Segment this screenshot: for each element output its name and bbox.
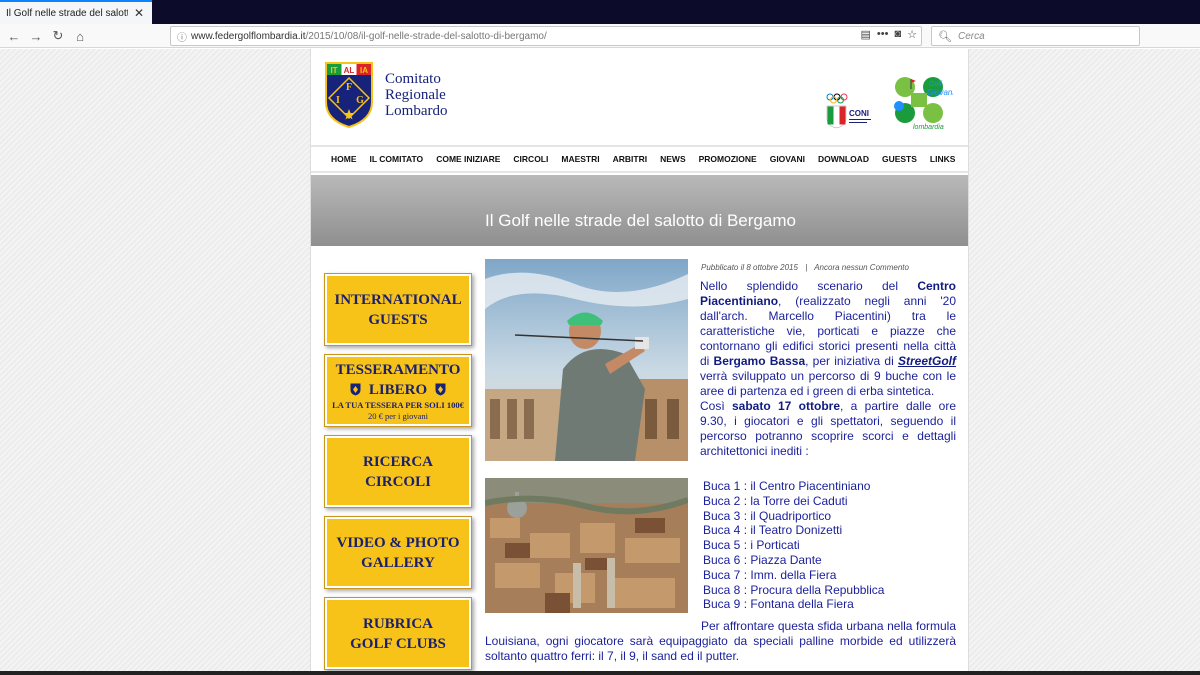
coni-text: CONI xyxy=(849,109,869,118)
button-label: GALLERY xyxy=(361,554,435,571)
shield-letter-f: F xyxy=(346,82,352,93)
navigation-toolbar: ← → ↻ ⌂ ⓘ www.federgolflombardia.it/2015… xyxy=(0,24,1200,48)
search-input[interactable]: 🔍︎ Cerca xyxy=(931,26,1140,46)
list-item: Buca 9 : Fontana della Fiera xyxy=(703,597,854,612)
shield-icon xyxy=(435,383,446,396)
search-icon: 🔍︎ xyxy=(938,30,952,43)
browser-tab[interactable]: Il Golf nelle strade del salotto di Berg… xyxy=(0,0,152,24)
list-item: Buca 5 : i Porticati xyxy=(703,538,800,553)
nav-item-maestri[interactable]: MAESTRI xyxy=(561,154,599,164)
holes-list: Buca 1 : il Centro Piacentiniano Buca 2 … xyxy=(703,479,953,612)
nav-item-download[interactable]: DOWNLOAD xyxy=(818,154,869,164)
nav-item-guests[interactable]: GUESTS xyxy=(882,154,917,164)
gg-text-lombardia: lombardia xyxy=(913,124,944,131)
coni-logo[interactable]: CONI xyxy=(824,93,874,129)
search-placeholder: Cerca xyxy=(957,30,985,42)
shield-letters-it: IT xyxy=(330,66,337,75)
gg-text-golf: Golf xyxy=(929,81,943,88)
rubrica-golf-clubs-button[interactable]: RUBRICA GOLF CLUBS xyxy=(324,597,472,670)
reload-icon[interactable]: ↻ xyxy=(48,26,68,46)
list-item: Buca 2 : la Torre dei Caduti xyxy=(703,493,848,508)
reader-icon[interactable]: ▤ xyxy=(861,28,871,41)
list-item: Buca 1 : il Centro Piacentiniano xyxy=(703,479,871,493)
main-nav: HOME IL COMITATO COME INIZIARE CIRCOLI M… xyxy=(311,145,968,173)
golf-giovani-logo[interactable]: Golf Giovani lombardia xyxy=(889,73,953,133)
list-item: Buca 8 : Procura della Repubblica xyxy=(703,582,885,597)
page-title: Il Golf nelle strade del salotto di Berg… xyxy=(485,211,796,230)
list-item: Buca 4 : il Teatro Donizetti xyxy=(703,523,843,538)
button-label: GOLF CLUBS xyxy=(350,635,446,652)
forward-icon[interactable]: → xyxy=(26,26,46,46)
home-icon[interactable]: ⌂ xyxy=(70,26,90,46)
shield-letters-ia: IA xyxy=(360,66,368,75)
url-text: www.federgolflombardia.it/2015/10/08/il-… xyxy=(191,30,547,42)
nav-item-links[interactable]: LINKS xyxy=(930,154,956,164)
meta-separator: | xyxy=(805,263,808,272)
article-closing-paragraph: Per affrontare questa sfida urbana nella… xyxy=(485,619,956,663)
shield-icon xyxy=(350,383,361,396)
video-photo-gallery-button[interactable]: VIDEO & PHOTO GALLERY xyxy=(324,516,472,589)
button-label: RICERCA xyxy=(362,453,433,470)
bottom-edge xyxy=(0,671,1200,675)
tesseramento-libero-button[interactable]: TESSERAMENTO LIBERO LA TUA TESSERA PER S… xyxy=(324,354,472,427)
international-guests-button[interactable]: INTERNATIONAL GUESTS xyxy=(324,273,472,346)
streetgolf-link[interactable]: StreetGolf xyxy=(898,354,956,368)
article-paragraph: Nello splendido scenario del Centro Piac… xyxy=(700,279,956,398)
organization-name[interactable]: Comitato Regionale Lombardo xyxy=(385,71,447,119)
title-band: Il Golf nelle strade del salotto di Berg… xyxy=(311,175,968,246)
more-icon[interactable]: ••• xyxy=(877,28,889,41)
nav-item-circoli[interactable]: CIRCOLI xyxy=(513,154,548,164)
nav-item-arbitri[interactable]: ARBITRI xyxy=(613,154,647,164)
page-viewport: IT AL IA F I G Comitato Regionale Lombar… xyxy=(0,49,1200,671)
golfer-photo xyxy=(485,259,688,461)
shield-letter-i: I xyxy=(336,95,340,106)
nav-item-promozione[interactable]: PROMOZIONE xyxy=(699,154,757,164)
ricerca-circoli-button[interactable]: RICERCA CIRCOLI xyxy=(324,435,472,508)
bookmark-star-icon[interactable]: ☆ xyxy=(907,28,917,41)
url-bar[interactable]: ⓘ www.federgolflombardia.it/2015/10/08/i… xyxy=(170,26,922,46)
fig-shield-logo[interactable]: IT AL IA F I G xyxy=(325,62,373,128)
site-page: IT AL IA F I G Comitato Regionale Lombar… xyxy=(310,49,969,671)
list-item: Buca 6 : Piazza Dante xyxy=(703,552,822,567)
nav-item-news[interactable]: NEWS xyxy=(660,154,686,164)
nav-item-home[interactable]: HOME xyxy=(331,154,357,164)
post-date: Pubblicato il 8 ottobre 2015 xyxy=(701,263,798,272)
org-name-line: Regionale xyxy=(385,87,446,103)
article-paragraph: Così sabato 17 ottobre, a partire dalle … xyxy=(700,399,956,458)
button-sublabel: LA TUA TESSERA PER SOLI 100€ xyxy=(332,399,464,410)
post-meta: Pubblicato il 8 ottobre 2015 | Ancora ne… xyxy=(701,263,909,272)
button-label: LIBERO xyxy=(368,381,428,398)
close-icon[interactable]: ✕ xyxy=(134,6,144,20)
button-label: TESSERAMENTO xyxy=(335,361,461,378)
list-item: Buca 3 : il Quadriportico xyxy=(703,508,832,523)
button-label: CIRCOLI xyxy=(365,473,431,490)
tab-bar: Il Golf nelle strade del salotto di Berg… xyxy=(0,0,1200,24)
button-sublabel: 20 € per i giovani xyxy=(368,410,428,421)
org-name-line: Comitato xyxy=(385,71,441,87)
button-label: INTERNATIONAL xyxy=(334,291,462,308)
info-icon[interactable]: ⓘ xyxy=(173,29,191,44)
comments-link[interactable]: Ancora nessun Commento xyxy=(814,263,909,272)
shield-letters-al: AL xyxy=(344,66,355,75)
button-label: GUESTS xyxy=(368,311,428,328)
tab-title: Il Golf nelle strade del salotto di Berg… xyxy=(6,7,128,19)
nav-item-giovani[interactable]: GIOVANI xyxy=(770,154,805,164)
nav-item-il-comitato[interactable]: IL COMITATO xyxy=(370,154,424,164)
article-body: Nello splendido scenario del Centro Piac… xyxy=(700,279,956,459)
org-name-line: Lombardo xyxy=(385,103,448,119)
bergamo-city-photo xyxy=(485,478,688,613)
button-label: VIDEO & PHOTO xyxy=(336,534,460,551)
nav-item-come-iniziare[interactable]: COME INIZIARE xyxy=(436,154,500,164)
list-item: Buca 7 : Imm. della Fiera xyxy=(703,567,837,582)
button-label: RUBRICA xyxy=(362,615,433,632)
gg-text-giovani: Giovani xyxy=(927,88,953,97)
shield-letter-g: G xyxy=(356,95,364,106)
pocket-icon[interactable]: ◙ xyxy=(894,28,901,41)
back-icon[interactable]: ← xyxy=(4,26,24,46)
